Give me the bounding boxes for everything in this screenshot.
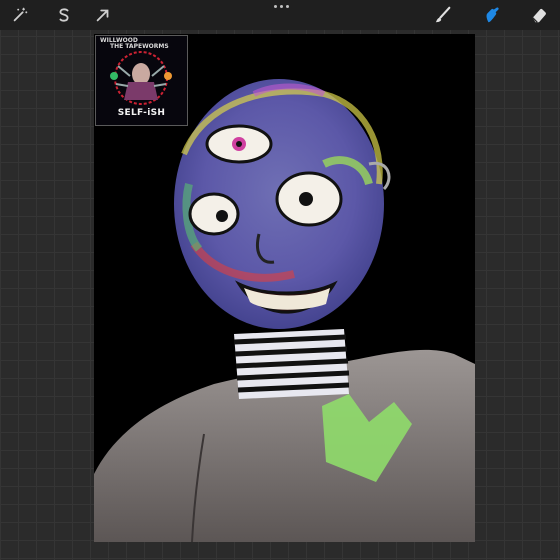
top-toolbar	[0, 0, 560, 30]
more-dots-icon[interactable]	[270, 2, 292, 12]
left-eye	[188, 192, 240, 236]
arrow-cursor-icon[interactable]	[92, 4, 114, 26]
reference-artist-line2: THE TAPEWORMS	[110, 43, 169, 50]
magic-wand-icon[interactable]	[9, 4, 31, 26]
smudge-finger-icon[interactable]	[481, 4, 503, 26]
reference-album-title: SELF-iSH	[117, 108, 166, 118]
reference-image[interactable]: WILLWOOD THE TAPEWORMS SELF-iSH	[95, 35, 188, 126]
brush-icon[interactable]	[432, 4, 454, 26]
selection-s-icon[interactable]	[53, 4, 75, 26]
eraser-icon[interactable]	[528, 4, 550, 26]
